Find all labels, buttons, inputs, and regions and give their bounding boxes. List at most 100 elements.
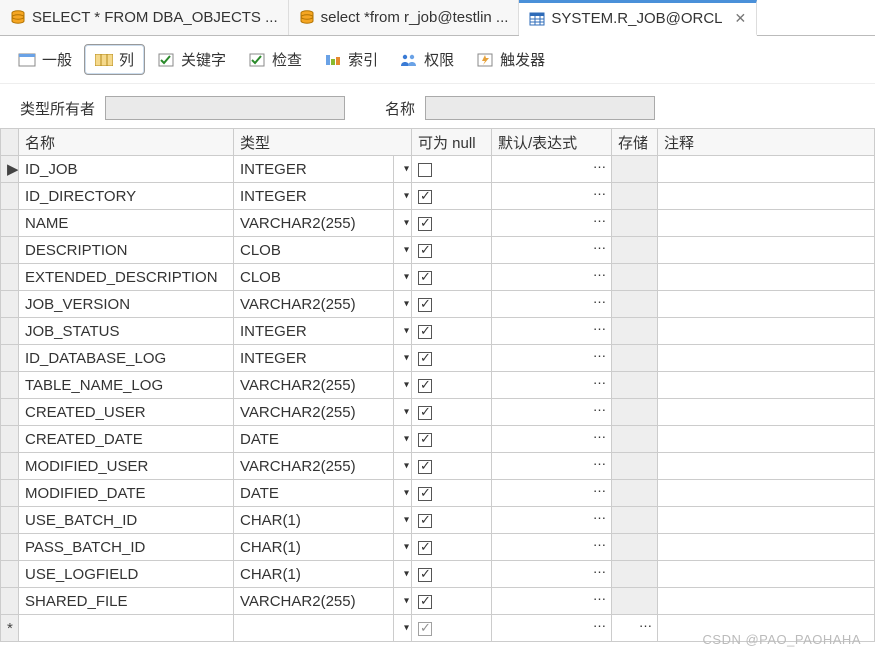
cell-nullable[interactable] — [412, 507, 492, 534]
cell-nullable[interactable] — [412, 399, 492, 426]
cell-default[interactable]: ⋯ — [492, 372, 612, 399]
cell-storage[interactable] — [612, 399, 658, 426]
cell-storage[interactable] — [612, 453, 658, 480]
header-nullable[interactable]: 可为 null — [412, 129, 492, 156]
subtab-check[interactable]: 检查 — [238, 45, 312, 74]
cell-nullable[interactable] — [412, 615, 492, 642]
cell-name[interactable]: EXTENDED_DESCRIPTION — [19, 264, 234, 291]
cell-name[interactable]: MODIFIED_DATE — [19, 480, 234, 507]
cell-type[interactable] — [234, 615, 394, 642]
cell-storage[interactable] — [612, 210, 658, 237]
cell-comment[interactable] — [658, 480, 875, 507]
cell-default[interactable]: ⋯ — [492, 237, 612, 264]
cell-nullable[interactable] — [412, 453, 492, 480]
cell-nullable[interactable] — [412, 534, 492, 561]
type-dropdown[interactable]: ▾ — [394, 507, 412, 534]
cell-default[interactable]: ⋯ — [492, 480, 612, 507]
header-type[interactable]: 类型 — [234, 129, 412, 156]
header-name[interactable]: 名称 — [19, 129, 234, 156]
type-dropdown[interactable]: ▾ — [394, 426, 412, 453]
name-input[interactable] — [425, 96, 655, 120]
type-dropdown[interactable]: ▾ — [394, 264, 412, 291]
cell-comment[interactable] — [658, 534, 875, 561]
header-default[interactable]: 默认/表达式 — [492, 129, 612, 156]
subtab-keywords[interactable]: 关键字 — [147, 45, 236, 74]
table-row[interactable]: USE_LOGFIELDCHAR(1)▾⋯ — [1, 561, 875, 588]
type-dropdown[interactable]: ▾ — [394, 156, 412, 183]
cell-storage[interactable] — [612, 372, 658, 399]
cell-nullable[interactable] — [412, 156, 492, 183]
cell-nullable[interactable] — [412, 264, 492, 291]
cell-default[interactable]: ⋯ — [492, 399, 612, 426]
type-dropdown[interactable]: ▾ — [394, 588, 412, 615]
cell-name[interactable]: USE_BATCH_ID — [19, 507, 234, 534]
cell-name[interactable]: ID_JOB — [19, 156, 234, 183]
cell-comment[interactable] — [658, 291, 875, 318]
cell-name[interactable]: MODIFIED_USER — [19, 453, 234, 480]
cell-name[interactable] — [19, 615, 234, 642]
table-row[interactable]: JOB_STATUSINTEGER▾⋯ — [1, 318, 875, 345]
cell-type[interactable]: VARCHAR2(255) — [234, 453, 394, 480]
cell-type[interactable]: CHAR(1) — [234, 534, 394, 561]
header-storage[interactable]: 存储 — [612, 129, 658, 156]
type-dropdown[interactable]: ▾ — [394, 534, 412, 561]
tab-sql-2[interactable]: select *from r_job@testlin ... — [289, 0, 520, 35]
table-row[interactable]: SHARED_FILEVARCHAR2(255)▾⋯ — [1, 588, 875, 615]
header-comment[interactable]: 注释 — [658, 129, 875, 156]
cell-storage[interactable] — [612, 318, 658, 345]
table-row[interactable]: ID_DIRECTORYINTEGER▾⋯ — [1, 183, 875, 210]
cell-storage[interactable] — [612, 156, 658, 183]
cell-nullable[interactable] — [412, 318, 492, 345]
tab-table-rjob[interactable]: SYSTEM.R_JOB@ORCL ✕ — [519, 0, 757, 36]
subtab-trigger[interactable]: 触发器 — [466, 45, 555, 74]
table-row[interactable]: EXTENDED_DESCRIPTIONCLOB▾⋯ — [1, 264, 875, 291]
cell-comment[interactable] — [658, 345, 875, 372]
type-dropdown[interactable]: ▾ — [394, 399, 412, 426]
cell-storage[interactable] — [612, 183, 658, 210]
cell-comment[interactable] — [658, 156, 875, 183]
cell-storage[interactable] — [612, 291, 658, 318]
cell-default[interactable]: ⋯ — [492, 318, 612, 345]
table-row[interactable]: ▶ID_JOBINTEGER▾⋯ — [1, 156, 875, 183]
cell-name[interactable]: ID_DIRECTORY — [19, 183, 234, 210]
type-dropdown[interactable]: ▾ — [394, 318, 412, 345]
cell-comment[interactable] — [658, 453, 875, 480]
owner-input[interactable] — [105, 96, 345, 120]
cell-storage[interactable] — [612, 264, 658, 291]
cell-nullable[interactable] — [412, 480, 492, 507]
cell-storage[interactable]: ⋯ — [612, 615, 658, 642]
cell-type[interactable]: VARCHAR2(255) — [234, 399, 394, 426]
cell-type[interactable]: VARCHAR2(255) — [234, 210, 394, 237]
cell-default[interactable]: ⋯ — [492, 156, 612, 183]
table-row[interactable]: DESCRIPTIONCLOB▾⋯ — [1, 237, 875, 264]
cell-storage[interactable] — [612, 345, 658, 372]
table-row[interactable]: CREATED_DATEDATE▾⋯ — [1, 426, 875, 453]
cell-default[interactable]: ⋯ — [492, 561, 612, 588]
cell-default[interactable]: ⋯ — [492, 210, 612, 237]
cell-storage[interactable] — [612, 534, 658, 561]
cell-type[interactable]: VARCHAR2(255) — [234, 372, 394, 399]
cell-type[interactable]: CHAR(1) — [234, 561, 394, 588]
type-dropdown[interactable]: ▾ — [394, 372, 412, 399]
cell-type[interactable]: DATE — [234, 480, 394, 507]
cell-default[interactable]: ⋯ — [492, 507, 612, 534]
cell-comment[interactable] — [658, 507, 875, 534]
type-dropdown[interactable]: ▾ — [394, 561, 412, 588]
cell-type[interactable]: CLOB — [234, 237, 394, 264]
subtab-general[interactable]: 一般 — [8, 45, 82, 74]
cell-default[interactable]: ⋯ — [492, 183, 612, 210]
cell-name[interactable]: PASS_BATCH_ID — [19, 534, 234, 561]
table-row[interactable]: PASS_BATCH_IDCHAR(1)▾⋯ — [1, 534, 875, 561]
cell-comment[interactable] — [658, 264, 875, 291]
cell-nullable[interactable] — [412, 426, 492, 453]
cell-name[interactable]: CREATED_DATE — [19, 426, 234, 453]
cell-nullable[interactable] — [412, 372, 492, 399]
cell-name[interactable]: JOB_STATUS — [19, 318, 234, 345]
cell-storage[interactable] — [612, 561, 658, 588]
cell-name[interactable]: SHARED_FILE — [19, 588, 234, 615]
cell-comment[interactable] — [658, 399, 875, 426]
cell-nullable[interactable] — [412, 237, 492, 264]
cell-default[interactable]: ⋯ — [492, 291, 612, 318]
cell-nullable[interactable] — [412, 291, 492, 318]
cell-comment[interactable] — [658, 210, 875, 237]
